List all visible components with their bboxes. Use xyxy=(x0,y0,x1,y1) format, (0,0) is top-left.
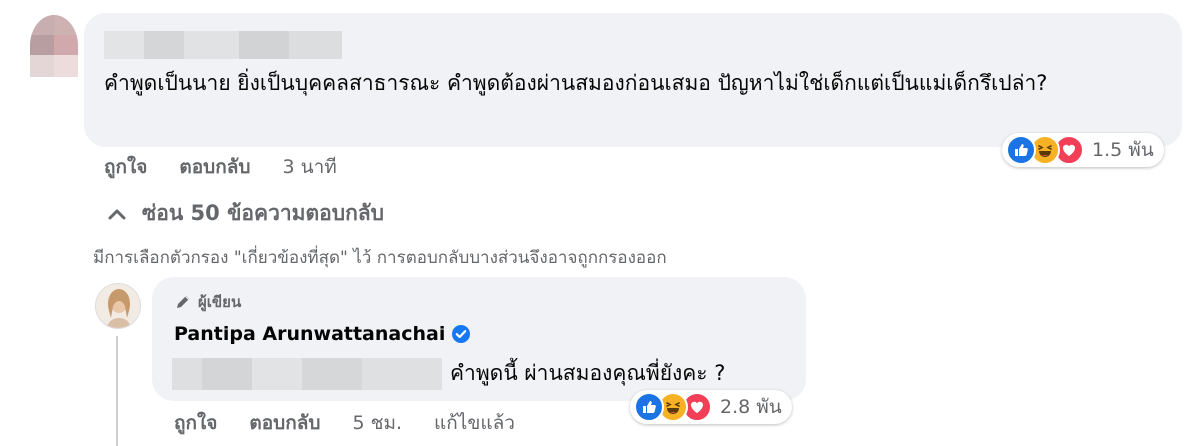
filter-note: มีการเลือกตัวกรอง "เกี่ยวข้องที่สุด" ไว้… xyxy=(93,248,667,268)
hide-replies-button[interactable]: ซ่อน 50 ข้อความตอบกลับ xyxy=(108,197,384,230)
reply-button[interactable]: ตอบกลับ xyxy=(249,408,320,438)
like-icon xyxy=(1006,135,1036,165)
edited-label: แก้ไขแล้ว xyxy=(434,412,515,434)
comment-actions: ถูกใจ ตอบกลับ 3 นาที xyxy=(104,152,369,182)
like-button[interactable]: ถูกใจ xyxy=(174,408,217,438)
comment-reactions[interactable]: 1.5 พัน xyxy=(1002,133,1164,167)
verified-badge-icon xyxy=(451,324,471,344)
chevron-up-icon xyxy=(108,208,126,220)
reply-author-name: Pantipa Arunwattanachai xyxy=(174,323,446,345)
like-icon xyxy=(634,392,664,422)
reply-content: คำพูดนี้ ผ่านสมองคุณพี่ยังคะ ? xyxy=(172,357,725,390)
hide-replies-label: ซ่อน 50 ข้อความตอบกลับ xyxy=(142,201,385,225)
comment-timestamp[interactable]: 3 นาที xyxy=(282,152,336,182)
comment-bubble: คำพูดเป็นนาย ยิ่งเป็นบุคคลสาธารณะ คำพูดต… xyxy=(84,13,1182,147)
commenter-name-blurred[interactable] xyxy=(104,31,342,59)
reply-timestamp[interactable]: 5 ชม. xyxy=(352,408,402,438)
reply-text: คำพูดนี้ ผ่านสมองคุณพี่ยังคะ ? xyxy=(450,361,726,385)
reaction-count: 2.8 พัน xyxy=(720,396,782,418)
reply-bubble: ผู้เขียน Pantipa Arunwattanachai คำพูดนี… xyxy=(152,277,806,401)
reply-actions: ถูกใจ ตอบกลับ 5 ชม. แก้ไขแล้ว xyxy=(174,408,547,438)
author-tag-label: ผู้เขียน xyxy=(198,293,242,311)
pencil-icon xyxy=(174,293,192,311)
thread-line xyxy=(116,336,118,446)
reply-reactions[interactable]: 2.8 พัน xyxy=(630,390,792,424)
reaction-count: 1.5 พัน xyxy=(1092,139,1154,161)
author-avatar[interactable] xyxy=(95,283,141,329)
author-tag: ผู้เขียน xyxy=(174,290,241,314)
reply-author[interactable]: Pantipa Arunwattanachai xyxy=(174,323,471,345)
mention-blurred[interactable] xyxy=(172,357,442,390)
comment-text: คำพูดเป็นนาย ยิ่งเป็นบุคคลสาธารณะ คำพูดต… xyxy=(104,71,1048,95)
reply-button[interactable]: ตอบกลับ xyxy=(179,152,250,182)
like-button[interactable]: ถูกใจ xyxy=(104,152,147,182)
commenter-avatar[interactable] xyxy=(30,15,78,77)
